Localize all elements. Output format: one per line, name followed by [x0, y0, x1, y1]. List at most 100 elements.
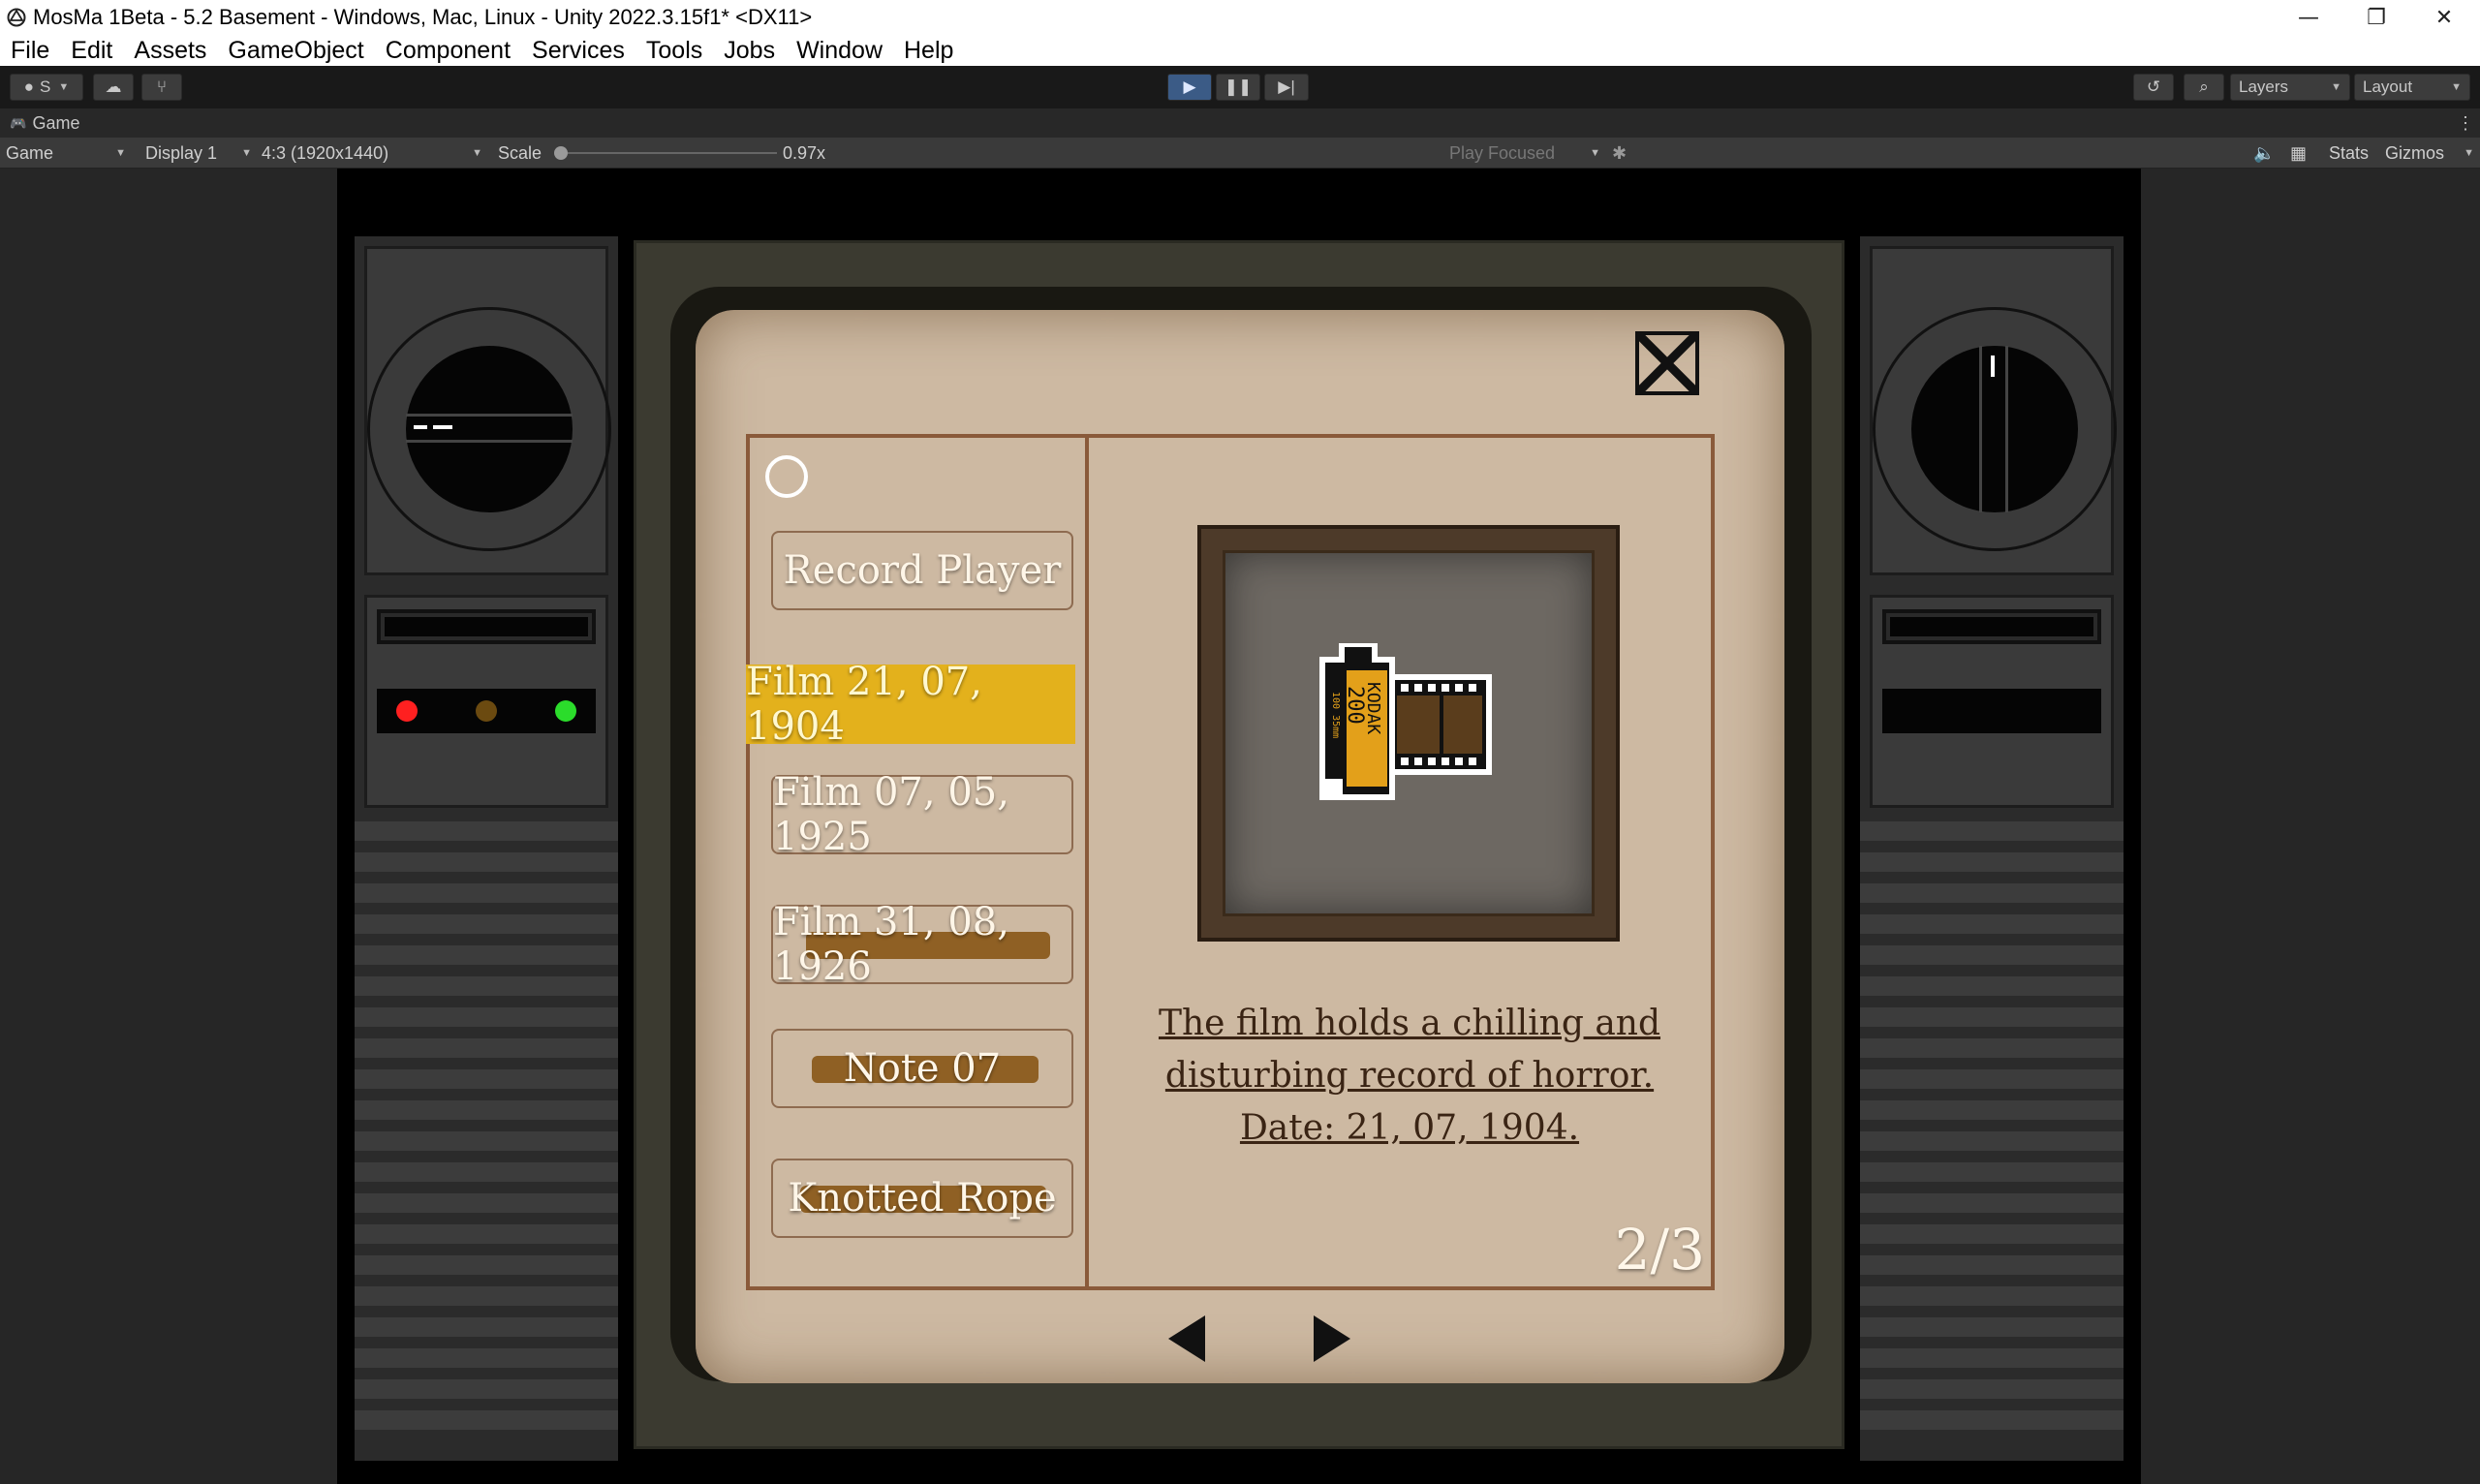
- film-roll-icon: KODAK 200 100 35mm: [1319, 643, 1496, 804]
- inventory-item-record-player[interactable]: Record Player: [771, 531, 1073, 610]
- grille-slat: [1860, 914, 2124, 934]
- grille-slat: [1860, 1286, 2124, 1306]
- search-button[interactable]: ⌕: [2184, 74, 2224, 101]
- grille-slat: [355, 945, 618, 965]
- left-slot: [377, 609, 596, 644]
- game-mode-dropdown[interactable]: Game ▼: [6, 138, 126, 169]
- right-dial-icon: [1911, 346, 2078, 512]
- grille-slat: [355, 883, 618, 903]
- layout-label: Layout: [2363, 77, 2413, 96]
- description-line: disturbing record of horror.: [1164, 1056, 1655, 1096]
- inventory-item-label: Film 31, 08, 1926: [773, 900, 1009, 989]
- search-icon: ⌕: [2199, 77, 2209, 96]
- play-focused-dropdown[interactable]: Play Focused ▼: [1449, 138, 1600, 169]
- maximize-button[interactable]: ❐: [2342, 0, 2410, 35]
- display-dropdown[interactable]: Display 1 ▼: [145, 138, 252, 169]
- account-dropdown[interactable]: ● S ▼: [10, 74, 83, 101]
- menu-services[interactable]: Services: [521, 35, 636, 66]
- grille-slat: [355, 821, 618, 841]
- grille-slat: [1860, 1162, 2124, 1182]
- grille-slat: [355, 976, 618, 996]
- play-button[interactable]: ▶: [1167, 74, 1212, 101]
- account-icon: ●: [23, 77, 35, 96]
- menu-tools[interactable]: Tools: [636, 35, 713, 66]
- layers-dropdown[interactable]: Layers ▼: [2230, 74, 2350, 101]
- menu-jobs[interactable]: Jobs: [713, 35, 786, 66]
- more-options-icon[interactable]: ⋮: [2457, 108, 2474, 138]
- arrow-left-icon: [1168, 1315, 1205, 1362]
- menu-component[interactable]: Component: [375, 35, 521, 66]
- tab-game[interactable]: 🎮 Game: [10, 108, 79, 138]
- next-page-button[interactable]: [1310, 1314, 1352, 1364]
- resolution-dropdown[interactable]: 4:3 (1920x1440) ▼: [262, 138, 482, 169]
- grille-slat: [1860, 1193, 2124, 1213]
- grille-slat: [355, 1007, 618, 1027]
- radio-circle-icon[interactable]: [765, 455, 808, 498]
- collab-button[interactable]: ⑂: [141, 74, 182, 101]
- grille-slat: [355, 1224, 618, 1244]
- minimize-button[interactable]: —: [2275, 0, 2342, 35]
- grille-slat: [1860, 1131, 2124, 1151]
- grille-slat: [355, 1255, 618, 1275]
- menu-window[interactable]: Window: [786, 35, 893, 66]
- left-dial-box: [364, 246, 611, 575]
- history-icon: ↺: [2146, 77, 2161, 96]
- red-led-icon: [396, 700, 418, 722]
- grid-icon[interactable]: ▦: [2290, 138, 2307, 169]
- grille-slat: [355, 914, 618, 934]
- grille-slat: [1860, 1007, 2124, 1027]
- menu-file[interactable]: File: [0, 35, 60, 66]
- grille-slat: [355, 1100, 618, 1120]
- step-button[interactable]: ▶|: [1264, 74, 1309, 101]
- mute-audio-icon[interactable]: 🔈: [2253, 138, 2275, 169]
- previous-page-button[interactable]: [1166, 1314, 1209, 1364]
- right-slot: [1882, 609, 2101, 644]
- step-icon: ▶|: [1278, 77, 1295, 96]
- inventory-item-label: Film 07, 05, 1925: [773, 770, 1009, 859]
- grille-slat: [355, 1348, 618, 1368]
- display-label: Display 1: [145, 142, 218, 163]
- inventory-item-knotted-rope[interactable]: Knotted Rope: [771, 1159, 1073, 1238]
- grille-slat: [1860, 1038, 2124, 1058]
- chevron-down-icon: ▼: [472, 147, 482, 159]
- window-title-bar: MosMa 1Beta - 5.2 Basement - Windows, Ma…: [0, 0, 2480, 35]
- chevron-down-icon: ▼: [2331, 81, 2341, 93]
- grille-slat: [1860, 1379, 2124, 1399]
- chevron-down-icon: ▼: [2464, 147, 2474, 159]
- gizmos-dropdown[interactable]: Gizmos ▼: [2385, 138, 2474, 169]
- inventory-item-label: Record Player: [783, 548, 1062, 593]
- menu-edit[interactable]: Edit: [60, 35, 123, 66]
- grille-slat: [1860, 945, 2124, 965]
- pause-button[interactable]: ❚❚: [1216, 74, 1260, 101]
- indicator-light-bar: [377, 689, 596, 733]
- grille-slat: [355, 1410, 618, 1430]
- grille-slat: [355, 1286, 618, 1306]
- inventory-item-film-1925[interactable]: Film 07, 05, 1925: [771, 770, 1073, 859]
- menu-help[interactable]: Help: [893, 35, 964, 66]
- svg-text:100 35mm: 100 35mm: [1330, 692, 1341, 738]
- layout-dropdown[interactable]: Layout ▼: [2354, 74, 2470, 101]
- scale-slider[interactable]: [554, 138, 777, 169]
- stats-button[interactable]: Stats: [2329, 138, 2369, 169]
- grille-slat: [1860, 1224, 2124, 1244]
- inventory-item-film-1904[interactable]: Film 21, 07, 1904: [746, 660, 1075, 749]
- grille-slat: [355, 1038, 618, 1058]
- bug-icon[interactable]: ✱: [1612, 138, 1627, 169]
- grille-slat: [355, 852, 618, 872]
- grille-slat: [1860, 976, 2124, 996]
- inventory-item-film-1926[interactable]: Film 31, 08, 1926: [771, 900, 1073, 989]
- close-x-icon: [1635, 331, 1699, 395]
- close-window-button[interactable]: ✕: [2410, 0, 2478, 35]
- inventory-item-note-07[interactable]: Note 07: [771, 1029, 1073, 1108]
- cloud-button[interactable]: ☁: [93, 74, 134, 101]
- close-inventory-button[interactable]: [1633, 329, 1701, 397]
- left-dial-icon: [406, 346, 573, 512]
- scale-slider-thumb[interactable]: [554, 146, 568, 160]
- undo-history-button[interactable]: ↺: [2133, 74, 2174, 101]
- menu-assets[interactable]: Assets: [123, 35, 217, 66]
- menu-gameobject[interactable]: GameObject: [217, 35, 374, 66]
- grille-slat: [1860, 883, 2124, 903]
- grille-slat: [1860, 852, 2124, 872]
- game-view-controls: Game ▼ Display 1 ▼ 4:3 (1920x1440) ▼ Sca…: [0, 138, 2480, 169]
- svg-text:200: 200: [1343, 686, 1367, 725]
